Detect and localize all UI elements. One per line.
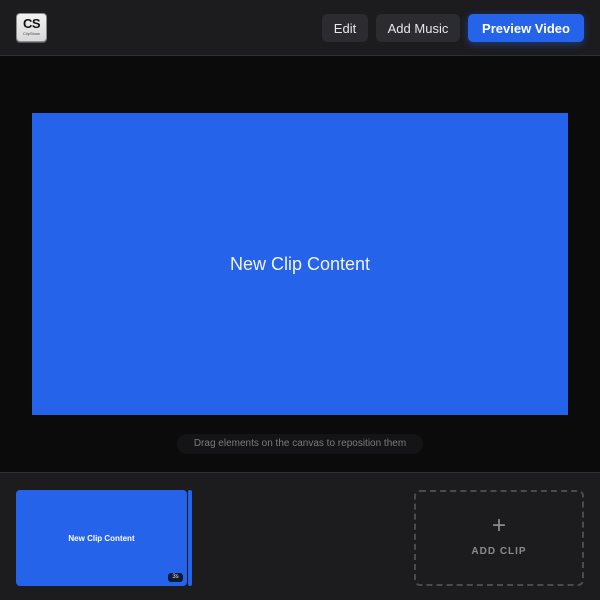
clip-duration-badge: 3s (168, 573, 183, 582)
logo-subtitle: ClipShow (23, 31, 40, 36)
add-clip-button[interactable]: + ADD CLIP (414, 490, 584, 586)
add-music-button[interactable]: Add Music (376, 14, 460, 42)
timeline-clip[interactable]: New Clip Content 3s (16, 490, 192, 586)
app-logo: CS ClipShow (16, 13, 47, 42)
reposition-hint: Drag elements on the canvas to repositio… (177, 434, 423, 454)
video-canvas[interactable]: New Clip Content (32, 113, 568, 415)
preview-video-button[interactable]: Preview Video (468, 14, 584, 42)
canvas-stage: New Clip Content Drag elements on the ca… (0, 57, 600, 472)
add-clip-label: ADD CLIP (471, 546, 527, 557)
clip-label: New Clip Content (68, 533, 135, 543)
timeline: New Clip Content 3s + ADD CLIP (0, 472, 600, 600)
logo-mark: CS (22, 16, 41, 31)
canvas-text-element[interactable]: New Clip Content (32, 113, 568, 415)
top-toolbar: CS ClipShow Edit Add Music Preview Video (0, 0, 600, 56)
edit-button[interactable]: Edit (322, 14, 368, 42)
video-editor-app: CS ClipShow Edit Add Music Preview Video… (0, 0, 600, 600)
plus-icon: + (491, 512, 506, 539)
clip-resize-handle[interactable] (188, 490, 192, 586)
